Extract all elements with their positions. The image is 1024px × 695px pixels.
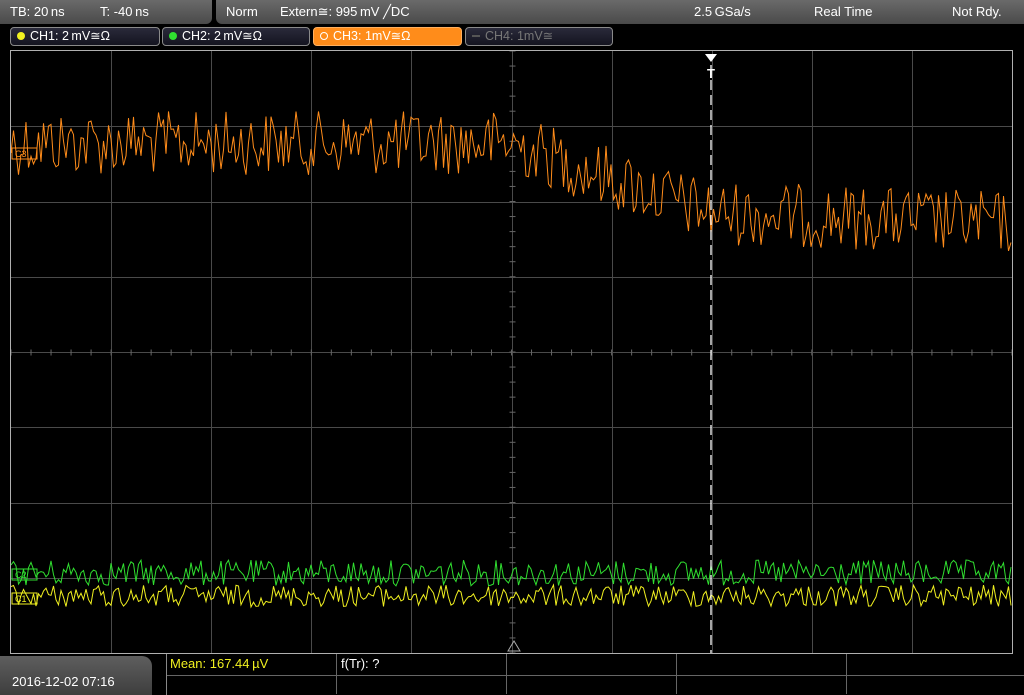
channel-bar: CH1: 2 mV≅Ω CH2: 2 mV≅Ω CH3: 1mV≅Ω CH4: …	[0, 26, 1024, 48]
channel-button-ch4[interactable]: CH4: 1mV≅	[465, 27, 613, 46]
trigger-marker: T	[707, 66, 715, 81]
trigger-time-value: T: -40 ns	[100, 4, 149, 19]
measurement-divider	[167, 675, 1024, 676]
waveform-display[interactable]: T C3 C2 C1	[10, 50, 1013, 654]
datetime-panel[interactable]: 2016-12-02 07:16	[0, 656, 152, 695]
ch2-trace	[11, 558, 1012, 587]
ch3-dot-icon	[320, 32, 328, 40]
measurement-cell-1[interactable]: Mean: 167.44 µV	[167, 654, 337, 694]
acquisition-status: Not Rdy.	[952, 4, 1002, 19]
trigger-source: Extern≅: 995 mV ╱DC	[280, 4, 410, 19]
datetime-text: 2016-12-02 07:16	[12, 674, 115, 689]
waveform-svg: T C3 C2 C1	[11, 51, 1012, 653]
ch3-offset-marker: C3	[15, 149, 27, 159]
ch1-label: CH1: 2 mV≅Ω	[30, 29, 110, 43]
ch3-trace	[11, 111, 1012, 252]
ch2-offset-marker: C2	[15, 570, 27, 580]
graticule	[11, 51, 1012, 653]
timebase-value: TB: 20 ns	[10, 4, 65, 19]
channel-button-ch3[interactable]: CH3: 1mV≅Ω	[313, 27, 462, 46]
sample-rate: 2.5 GSa/s	[694, 4, 751, 19]
measurement-cell-5[interactable]	[847, 654, 1024, 694]
ch1-trace	[11, 583, 1012, 609]
measurement-cell-3[interactable]	[507, 654, 677, 694]
channel-button-ch2[interactable]: CH2: 2 mV≅Ω	[162, 27, 310, 46]
ch4-label: CH4: 1mV≅	[485, 29, 554, 43]
trigger-mode: Norm	[226, 4, 258, 19]
measurement-panel[interactable]: Mean: 167.44 µV f(Tr): ?	[166, 654, 1024, 695]
ch1-dot-icon	[17, 32, 25, 40]
top-status-bar: TB: 20 ns T: -40 ns Norm Extern≅: 995 mV…	[0, 0, 1024, 24]
measurement-cell-2[interactable]: f(Tr): ?	[337, 654, 507, 694]
acquisition-mode: Real Time	[814, 4, 873, 19]
measurement-mean: Mean: 167.44 µV	[170, 656, 269, 671]
ch4-dash-icon	[472, 35, 480, 37]
ch2-label: CH2: 2 mV≅Ω	[182, 29, 262, 43]
ch1-offset-marker: C1	[15, 594, 27, 604]
channel-button-ch1[interactable]: CH1: 2 mV≅Ω	[10, 27, 160, 46]
ch3-label: CH3: 1mV≅Ω	[333, 29, 411, 43]
measurement-cell-4[interactable]	[677, 654, 847, 694]
timebase-panel[interactable]: TB: 20 ns T: -40 ns	[0, 0, 212, 24]
trigger-offset-icon	[507, 640, 521, 652]
ch2-dot-icon	[169, 32, 177, 40]
trigger-panel[interactable]: Norm Extern≅: 995 mV ╱DC 2.5 GSa/s Real …	[216, 0, 1024, 24]
measurement-rise-freq: f(Tr): ?	[341, 656, 380, 671]
trigger-arrow-icon	[705, 54, 717, 62]
